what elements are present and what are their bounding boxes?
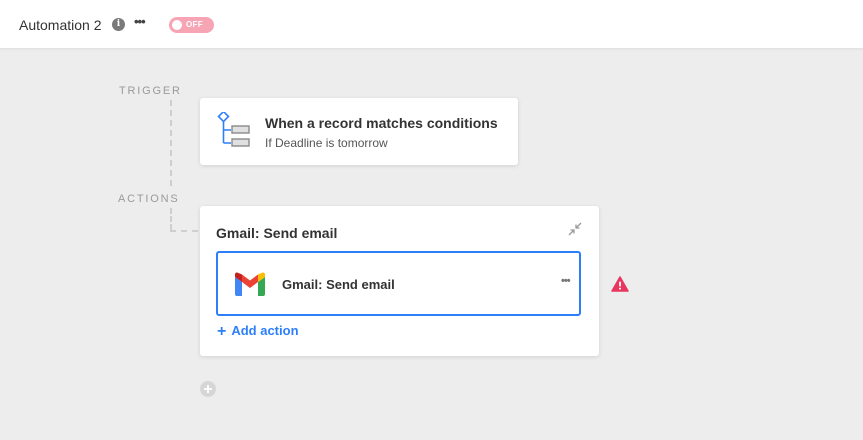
connector-line: [170, 100, 172, 186]
info-icon[interactable]: i: [112, 18, 125, 31]
automation-toggle[interactable]: OFF: [169, 17, 214, 33]
automation-title[interactable]: Automation 2: [19, 17, 102, 33]
trigger-title: When a record matches conditions: [265, 115, 498, 131]
action-step[interactable]: Gmail: Send email •••: [216, 251, 581, 316]
plus-icon: +: [217, 323, 227, 340]
more-options-icon[interactable]: •••: [134, 14, 146, 29]
action-step-label: Gmail: Send email: [282, 277, 395, 292]
gmail-icon: [235, 272, 265, 296]
toggle-label: OFF: [186, 20, 203, 29]
conditions-tree-icon: [217, 112, 250, 147]
connector-line: [170, 230, 198, 232]
top-bar: Automation 2 i ••• OFF: [0, 0, 863, 49]
trigger-card[interactable]: When a record matches conditions If Dead…: [200, 98, 518, 165]
step-more-icon[interactable]: •••: [561, 275, 571, 287]
collapse-icon[interactable]: [568, 222, 582, 236]
trigger-section-label: TRIGGER: [119, 85, 182, 97]
trigger-subtitle: If Deadline is tomorrow: [265, 136, 388, 150]
action-card: Gmail: Send email Gmail: Send email ••• …: [200, 206, 599, 356]
action-card-title: Gmail: Send email: [216, 225, 338, 241]
add-action-button[interactable]: + Add action: [217, 323, 299, 341]
add-action-label: Add action: [231, 323, 299, 338]
plus-circle-icon[interactable]: [200, 381, 216, 397]
toggle-knob: [172, 20, 182, 30]
connector-line: [170, 208, 172, 230]
actions-section-label: ACTIONS: [118, 193, 180, 205]
warning-icon[interactable]: [611, 276, 629, 292]
